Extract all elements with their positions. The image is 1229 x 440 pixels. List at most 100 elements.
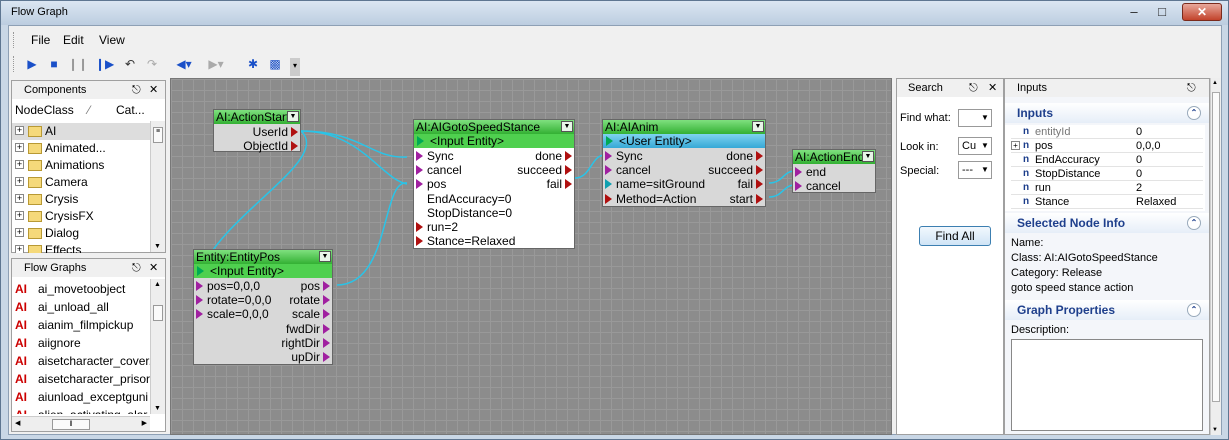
input-port[interactable]: cancel	[427, 163, 462, 177]
menu-file[interactable]: File	[31, 33, 50, 47]
output-port[interactable]: pos	[301, 279, 320, 293]
port-userid[interactable]: UserId	[253, 125, 288, 139]
port-arrow-icon[interactable]	[756, 151, 763, 161]
input-port[interactable]: Stance=Relaxed	[427, 234, 515, 248]
port-arrow-icon[interactable]	[416, 151, 423, 161]
output-port[interactable]: succeed	[517, 163, 562, 177]
input-port[interactable]: pos=0,0,0	[207, 279, 260, 293]
expand-icon[interactable]: +	[15, 245, 24, 253]
input-port[interactable]: rotate=0,0,0	[207, 293, 271, 307]
close-icon[interactable]: ✕	[149, 81, 158, 99]
collapse-icon[interactable]: ⌃	[1187, 303, 1201, 317]
output-port[interactable]: succeed	[708, 163, 753, 177]
scroll-up-icon[interactable]: ▲	[154, 281, 161, 288]
property-row[interactable]: n StopDistance 0	[1011, 167, 1203, 181]
input-port[interactable]: cancel	[616, 163, 651, 177]
flowgraph-item[interactable]: AI aiunload_exceptguni	[12, 389, 150, 406]
component-category[interactable]: + Camera	[12, 174, 150, 191]
flowgraph-item[interactable]: AI aiignore	[12, 335, 150, 352]
node-gotospeedstance[interactable]: AI:AIGotoSpeedStance ▼ <Input Entity> Syn…	[413, 119, 575, 249]
property-value[interactable]: Relaxed	[1136, 195, 1176, 209]
property-value[interactable]: 0	[1136, 125, 1142, 139]
pin-icon[interactable]: ⎋	[132, 259, 141, 277]
node-dropdown-icon[interactable]: ▼	[287, 111, 299, 122]
port-arrow-icon[interactable]	[416, 179, 423, 190]
port-arrow-icon[interactable]	[323, 337, 330, 348]
scroll-down-icon[interactable]: ▼	[154, 243, 161, 250]
flowgraph-item[interactable]: AI aisetcharacter_cover.	[12, 353, 150, 370]
node-info-header[interactable]: Selected Node Info ⌃	[1005, 213, 1209, 233]
input-port[interactable]: Sync	[616, 149, 643, 163]
component-category[interactable]: + Crysis	[12, 191, 150, 208]
port-arrow-icon[interactable]	[323, 323, 330, 334]
port-arrow-icon[interactable]	[416, 207, 423, 218]
undo-icon[interactable]: ↶	[122, 56, 138, 72]
output-port[interactable]: fwdDir	[286, 322, 320, 336]
graph-canvas[interactable]: AI:ActionStart ▼ UserId ObjectId Entity:E…	[170, 78, 892, 435]
port-arrow-icon[interactable]	[605, 165, 612, 176]
link-userid-pos-cancel[interactable]	[300, 130, 408, 185]
port-arrow-icon[interactable]	[756, 165, 763, 176]
output-port[interactable]: upDir	[291, 350, 320, 364]
entity-bar[interactable]: <User Entity>	[603, 134, 765, 148]
output-port[interactable]: scale	[292, 307, 320, 321]
play-icon[interactable]: ▶	[24, 56, 40, 72]
port-arrow-icon[interactable]	[565, 179, 572, 190]
port-arrow-icon[interactable]	[416, 222, 423, 232]
inputs-scrollbar[interactable]: ▲ ▼	[1210, 78, 1221, 435]
components-scrollbar[interactable]: ≡ ▼	[150, 121, 165, 252]
property-value[interactable]: 0	[1136, 153, 1142, 167]
node-aianim[interactable]: AI:AIAnim ▼ <User Entity> Sync cancel name=…	[602, 119, 766, 207]
port-arrow-icon[interactable]	[565, 151, 572, 161]
node-entitypos[interactable]: Entity:EntityPos ▼ <Input Entity> pos=0,0…	[193, 249, 333, 365]
flowgraphs-scrollbar[interactable]: ▲ ▼	[150, 279, 165, 414]
port-arrow-icon[interactable]	[605, 151, 612, 161]
port-objectid[interactable]: ObjectId	[243, 139, 288, 153]
hscroll-thumb[interactable]: ‖	[52, 419, 90, 430]
scroll-thumb[interactable]	[1212, 92, 1220, 402]
link-done-sync[interactable]	[574, 154, 606, 179]
property-row[interactable]: n run 2	[1011, 181, 1203, 195]
port-arrow-icon[interactable]	[605, 193, 612, 204]
redo-icon[interactable]: ↷	[144, 56, 160, 72]
toolbar-overflow-icon[interactable]: ▾	[290, 58, 300, 76]
link-userid-sync[interactable]	[300, 130, 408, 158]
find-all-button[interactable]: Find All	[919, 226, 991, 246]
input-port[interactable]: scale=0,0,0	[207, 307, 269, 321]
input-port[interactable]: end	[806, 165, 826, 179]
input-port[interactable]: name=sitGround	[616, 177, 705, 191]
port-arrow-icon[interactable]	[756, 193, 763, 204]
node-dropdown-icon[interactable]: ▼	[319, 251, 331, 262]
input-port[interactable]: EndAccuracy=0	[427, 192, 511, 206]
pin-icon[interactable]: ⎋	[969, 79, 978, 97]
close-icon[interactable]: ✕	[988, 79, 997, 97]
column-nodeclass[interactable]: NodeClass	[15, 103, 74, 117]
node-dropdown-icon[interactable]: ▼	[561, 121, 573, 132]
step-icon[interactable]: ❙▶	[95, 56, 114, 72]
flowgraph-item[interactable]: AI alien_activating_alar	[12, 407, 150, 414]
menu-view[interactable]: View	[99, 33, 125, 47]
expand-icon[interactable]: +	[15, 126, 24, 135]
output-port[interactable]: start	[730, 192, 753, 206]
maximize-icon[interactable]: □	[1149, 3, 1175, 21]
property-value[interactable]: 2	[1136, 181, 1142, 195]
scroll-left-icon[interactable]: ◀	[15, 419, 20, 427]
pin-icon[interactable]: ⎋	[132, 81, 141, 99]
component-category[interactable]: + AI	[12, 123, 150, 140]
flowgraph-item[interactable]: AI aianim_filmpickup	[12, 317, 150, 334]
component-category[interactable]: + Effects	[12, 242, 150, 253]
input-port[interactable]: run=2	[427, 220, 458, 234]
scroll-down-icon[interactable]: ▼	[1212, 427, 1218, 433]
expand-icon[interactable]: +	[15, 177, 24, 186]
flowgraph-item[interactable]: AI ai_movetoobject	[12, 281, 150, 298]
input-port[interactable]: pos	[427, 177, 446, 191]
menu-grip[interactable]	[13, 32, 16, 48]
port-arrow-icon[interactable]	[323, 281, 330, 291]
description-textarea[interactable]	[1011, 339, 1203, 431]
expand-icon[interactable]: +	[15, 228, 24, 237]
expand-icon[interactable]: +	[15, 211, 24, 220]
scroll-down-icon[interactable]: ▼	[154, 405, 161, 412]
collapse-icon[interactable]: ⌃	[1187, 106, 1201, 120]
menu-edit[interactable]: Edit	[63, 33, 84, 47]
forward-icon[interactable]: ▶▾	[205, 56, 227, 72]
